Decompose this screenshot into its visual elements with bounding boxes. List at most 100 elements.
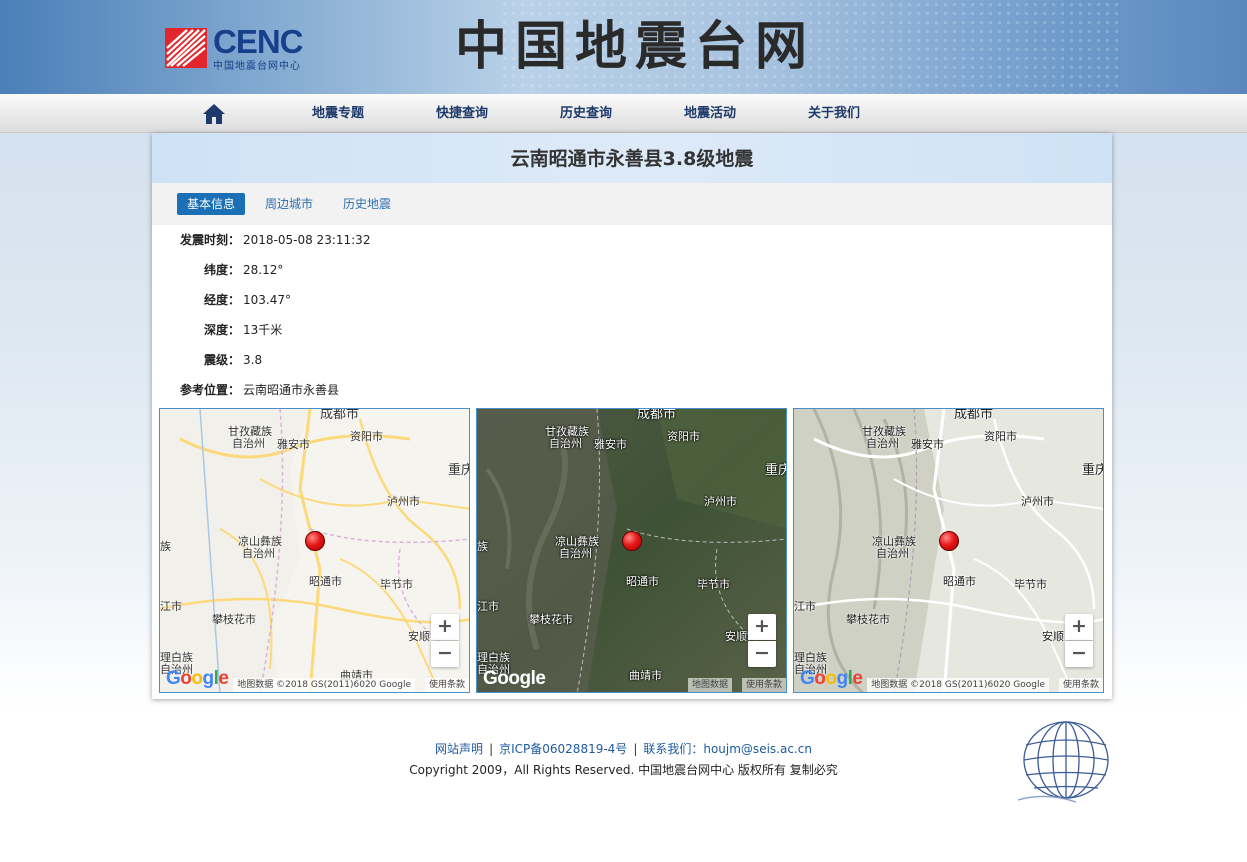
page-title: 云南昭通市永善县3.8级地震 [152, 133, 1112, 183]
map-label: 资阳市 [667, 430, 700, 443]
footer-separator: | [489, 742, 494, 756]
map-attribution: 地图数据 [687, 678, 732, 692]
site-title: 中国地震台网 [455, 16, 816, 77]
map-label: 攀枝花市 [846, 613, 890, 626]
map-label: 自治州 [866, 437, 899, 450]
epicenter-marker[interactable] [305, 531, 325, 551]
map-label: 泸州市 [1021, 495, 1054, 508]
map-label: 毕节市 [380, 578, 413, 591]
zoom-out-button[interactable]: − [431, 641, 459, 667]
globe-icon [1017, 721, 1109, 803]
map-label: 资阳市 [350, 430, 383, 443]
map-label: 昭通市 [626, 575, 659, 588]
google-logo: Google [483, 668, 546, 689]
terms-link[interactable]: 使用条款 [424, 678, 469, 692]
map-label: 重庆 [448, 463, 469, 478]
home-icon[interactable] [202, 102, 226, 126]
info-label: 发震时刻： [179, 233, 240, 247]
info-value: 3.8 [243, 353, 263, 367]
nav-item-topics[interactable]: 地震专题 [288, 94, 388, 133]
map-label: 安顺 [1042, 630, 1064, 643]
map-label: 资阳市 [984, 430, 1017, 443]
map-label: 自治州 [876, 547, 909, 560]
info-value: 2018-05-08 23:11:32 [243, 233, 371, 247]
terrain-map[interactable]: 成都市 甘孜藏族 自治州 雅安市 资阳市 重庆 泸州市 凉山彝族 自治州 昭通市… [793, 408, 1104, 693]
map-label: 成都市 [637, 408, 677, 422]
map-label: 雅安市 [594, 438, 627, 451]
zoom-in-button[interactable]: + [431, 614, 459, 640]
map-label: 曲靖市 [629, 669, 662, 682]
google-logo: Google [166, 668, 229, 689]
map-label: 成都市 [954, 408, 994, 422]
map-label: 自治州 [559, 547, 592, 560]
zoom-in-button[interactable]: + [748, 614, 776, 640]
zoom-out-button[interactable]: − [748, 641, 776, 667]
contact-link[interactable]: 联系我们：houjm@seis.ac.cn [643, 742, 812, 756]
map-label: 攀枝花市 [529, 613, 573, 626]
nav-item-activity[interactable]: 地震活动 [660, 94, 760, 133]
terms-link[interactable]: 使用条款 [741, 678, 786, 692]
map-label: 自治州 [549, 437, 582, 450]
zoom-out-button[interactable]: − [1065, 641, 1093, 667]
info-label: 深度： [203, 323, 240, 337]
site-statement-link[interactable]: 网站声明 [435, 742, 483, 756]
map-label: 重庆 [765, 463, 786, 478]
map-label: 江市 [160, 600, 182, 613]
icp-link[interactable]: 京ICP备06028819-4号 [499, 742, 627, 756]
map-label: 毕节市 [697, 578, 730, 591]
info-label: 纬度： [203, 263, 240, 277]
map-label: 自治州 [232, 437, 265, 450]
satellite-map-base [477, 409, 786, 692]
info-label: 震级： [203, 353, 240, 367]
terms-link[interactable]: 使用条款 [1058, 678, 1103, 692]
google-logo: Google [800, 668, 863, 689]
nav-item-history-query[interactable]: 历史查询 [536, 94, 636, 133]
map-label: 族 [160, 540, 171, 553]
footer-separator: | [633, 742, 638, 756]
info-value: 云南昭通市永善县 [243, 383, 340, 397]
satellite-map[interactable]: 成都市 甘孜藏族 自治州 雅安市 资阳市 重庆 泸州市 凉山彝族 自治州 族 昭… [476, 408, 787, 693]
tab-basic-info[interactable]: 基本信息 [177, 193, 246, 215]
zoom-in-button[interactable]: + [1065, 614, 1093, 640]
epicenter-marker[interactable] [622, 531, 642, 551]
map-label: 雅安市 [911, 438, 944, 451]
info-value: 103.47° [243, 293, 291, 307]
map-attribution: 地图数据 ©2018 GS(2011)6020 Google [867, 678, 1049, 692]
info-label: 经度： [203, 293, 240, 307]
map-label: 江市 [477, 600, 499, 613]
map-label: 攀枝花市 [212, 613, 256, 626]
logo-subtitle: 中国地震台网中心 [213, 61, 301, 72]
cenc-logo-icon [165, 28, 207, 68]
map-label: 雅安市 [277, 438, 310, 451]
tab-nearby-cities[interactable]: 周边城市 [255, 193, 323, 215]
nav-item-quick-query[interactable]: 快捷查询 [412, 94, 512, 133]
logo-text: CENC [213, 23, 304, 60]
map-label: 泸州市 [704, 495, 737, 508]
map-label: 族 [477, 540, 488, 553]
site-header: CENC 中国地震台网中心 中国地震台网 [0, 0, 1247, 94]
earthquake-panel: 云南昭通市永善县3.8级地震 基本信息 周边城市 历史地震 发震时刻： 2018… [152, 133, 1112, 699]
info-label: 参考位置： [179, 383, 240, 397]
tab-history-quakes[interactable]: 历史地震 [333, 193, 401, 215]
map-label: 毕节市 [1014, 578, 1047, 591]
epicenter-marker[interactable] [939, 531, 959, 551]
map-label: 自治州 [242, 547, 275, 560]
map-label: 昭通市 [943, 575, 976, 588]
tab-bar: 基本信息 周边城市 历史地震 [152, 183, 1112, 225]
map-label: 安顺 [408, 630, 430, 643]
map-label: 安顺 [725, 630, 747, 643]
map-label: 泸州市 [387, 495, 420, 508]
info-value: 28.12° [243, 263, 284, 277]
main-nav: 地震专题 快捷查询 历史查询 地震活动 关于我们 [0, 94, 1247, 133]
map-label: 昭通市 [309, 575, 342, 588]
road-map-base [160, 409, 469, 692]
cenc-logo[interactable]: CENC 中国地震台网中心 [165, 23, 335, 72]
road-map[interactable]: 成都市 甘孜藏族 自治州 雅安市 资阳市 重庆 泸州市 凉山彝族 自治州 族 昭… [159, 408, 470, 693]
terrain-map-base [794, 409, 1103, 692]
map-attribution: 地图数据 ©2018 GS(2011)6020 Google [233, 678, 415, 692]
map-label: 江市 [794, 600, 816, 613]
map-label: 重庆 [1082, 463, 1103, 478]
map-label: 成都市 [320, 408, 360, 422]
nav-item-about[interactable]: 关于我们 [784, 94, 884, 133]
info-value: 13千米 [243, 323, 283, 337]
